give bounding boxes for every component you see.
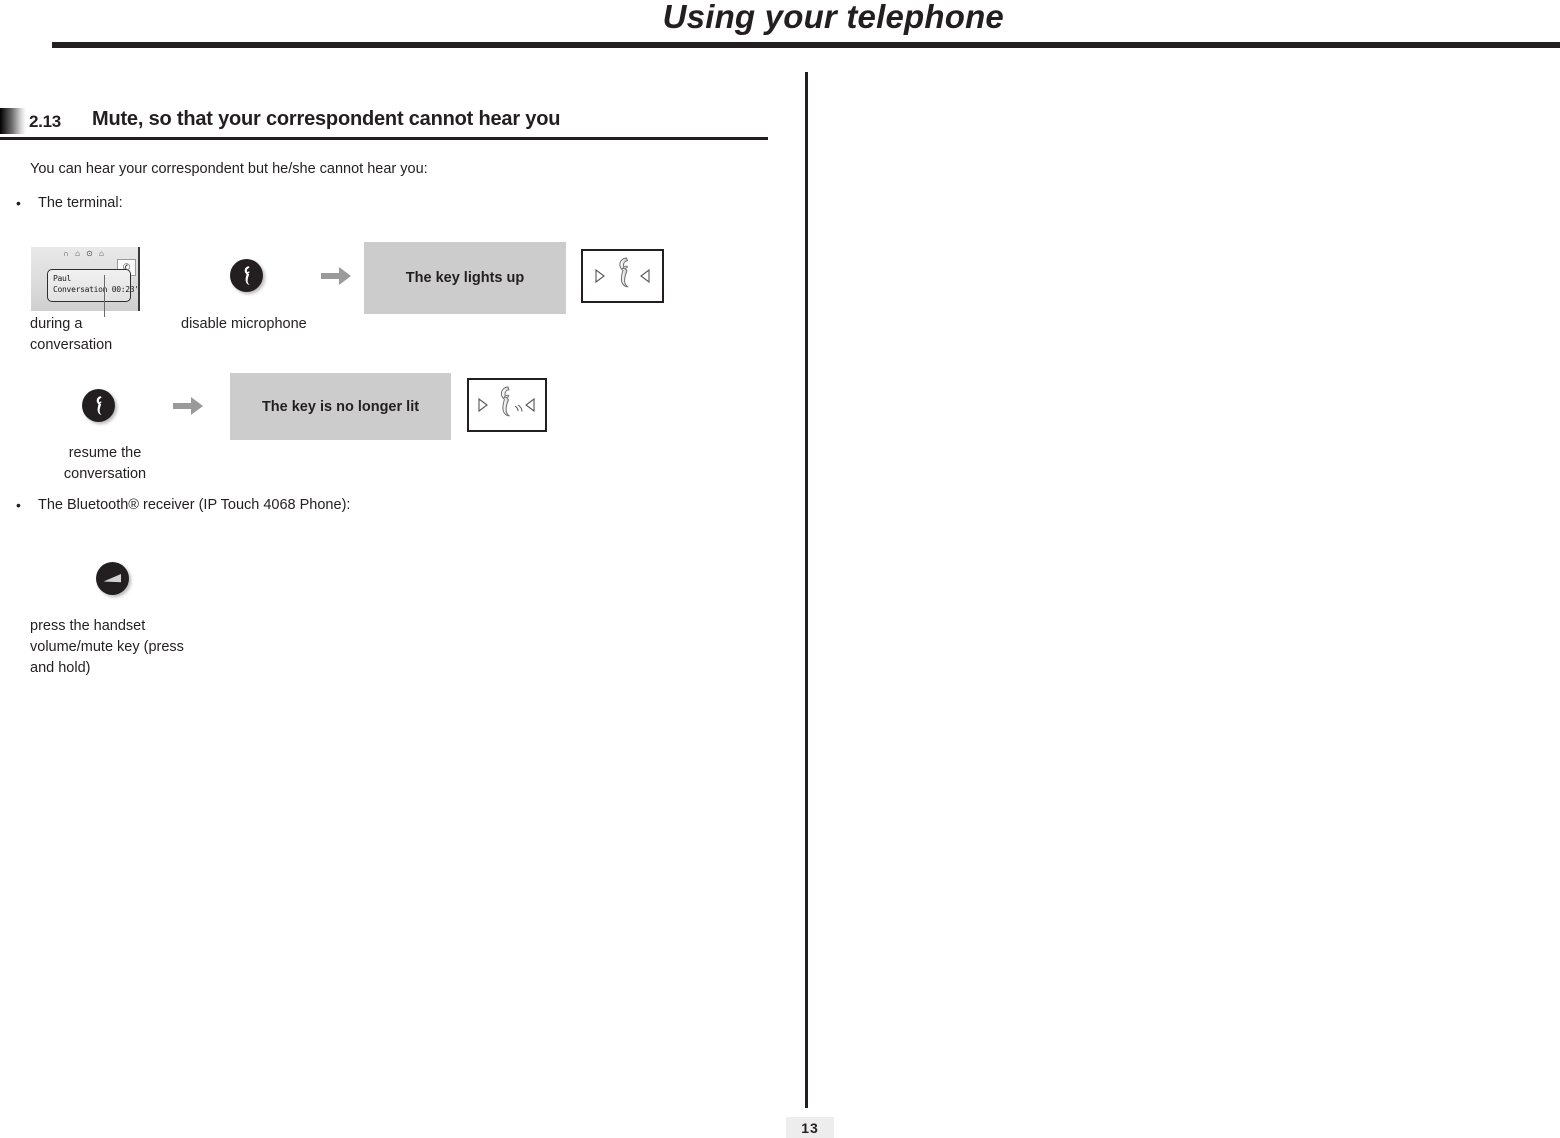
bullet-label-terminal: The terminal: bbox=[38, 195, 123, 211]
arrow-right-icon bbox=[320, 265, 352, 287]
intro-paragraph: You can hear your correspondent but he/s… bbox=[30, 161, 428, 177]
caption-line: conversation bbox=[63, 466, 147, 482]
phone-display-caller-name: Paul bbox=[53, 274, 72, 283]
caption-line: during a bbox=[30, 316, 83, 332]
page-title: Using your telephone bbox=[662, 0, 1004, 35]
phone-display-figure: ∩ ⌂ ⊙ ⌂ ✆ Paul Conversation 00:23' bbox=[31, 247, 148, 317]
section-gradient-marker bbox=[0, 108, 26, 134]
mute-key-icon[interactable] bbox=[82, 389, 115, 422]
volume-mute-key-icon[interactable] bbox=[96, 562, 129, 595]
page-header: Using your telephone bbox=[0, 0, 1560, 56]
handset-glyph-icon bbox=[244, 266, 250, 285]
arrow-right-icon bbox=[172, 395, 204, 417]
bullet-label-bluetooth: The Bluetooth® receiver (IP Touch 4068 P… bbox=[38, 497, 351, 513]
phone-display-call-status: Conversation 00:23' bbox=[53, 285, 139, 294]
key-illustration-unlit-graphic bbox=[478, 386, 535, 417]
column-divider bbox=[805, 72, 808, 1108]
result-box-key-no-longer-lit: The key is no longer lit bbox=[230, 373, 451, 440]
result-label: The key is no longer lit bbox=[261, 398, 420, 415]
caption-line: resume the bbox=[68, 445, 142, 461]
caption-press-handset-key: press the handset volume/mute key (press… bbox=[30, 616, 230, 679]
caption-line: volume/mute key (press bbox=[30, 639, 184, 655]
bullet-dot-icon: • bbox=[16, 497, 21, 513]
result-label: The key lights up bbox=[405, 270, 525, 286]
header-rule bbox=[52, 42, 1560, 48]
mute-key-icon[interactable] bbox=[230, 259, 263, 292]
caption-line: press the handset bbox=[30, 618, 146, 634]
page-number-label: 13 bbox=[801, 1119, 819, 1136]
phone-display-call-panel: Paul Conversation 00:23' bbox=[47, 269, 139, 302]
result-box-key-lights-up: The key lights up bbox=[364, 242, 566, 314]
phone-display-body: ∩ ⌂ ⊙ ⌂ ✆ Paul Conversation 00:23' bbox=[31, 247, 140, 311]
caption-during-conversation: during a conversation bbox=[30, 314, 170, 356]
section-heading: 2.13 Mute, so that your correspondent ca… bbox=[0, 105, 780, 141]
section-number: 2.13 bbox=[29, 112, 61, 131]
handset-glyph-icon bbox=[96, 396, 102, 415]
phone-display-pointer-line bbox=[104, 275, 105, 317]
caption-line: and hold) bbox=[30, 660, 91, 676]
bullet-dot-icon: • bbox=[16, 195, 21, 211]
key-illustration-lit bbox=[581, 249, 664, 303]
section-title: Mute, so that your correspondent cannot … bbox=[92, 108, 561, 130]
caption-line: conversation bbox=[30, 337, 113, 353]
caption-resume-conversation: resume the conversation bbox=[10, 443, 200, 485]
section-underline bbox=[0, 137, 768, 140]
key-illustration-lit-graphic bbox=[595, 257, 650, 288]
key-illustration-unlit bbox=[467, 378, 547, 432]
caption-disable-microphone: disable microphone bbox=[181, 316, 307, 332]
page-number-badge: 13 bbox=[786, 1117, 834, 1138]
volume-wedge-glyph-icon bbox=[103, 574, 121, 583]
